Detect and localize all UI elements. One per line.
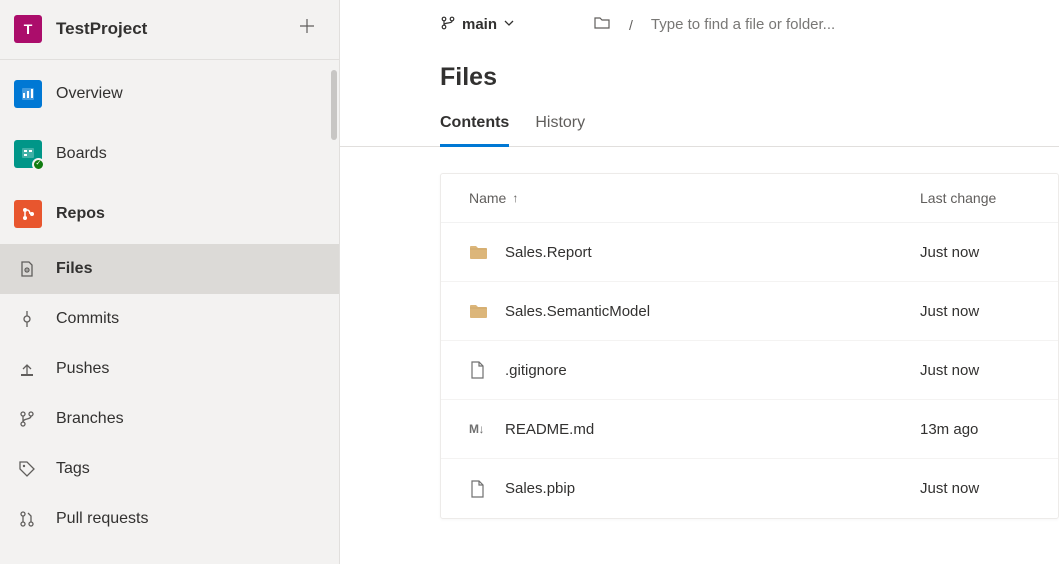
file-list: Name ↑ Last change Sales.ReportJust nowS… — [440, 173, 1059, 519]
sub-commits[interactable]: Commits — [0, 294, 339, 344]
add-icon[interactable] — [295, 14, 319, 43]
file-row[interactable]: Sales.ReportJust now — [441, 223, 1058, 282]
project-header: T TestProject — [0, 0, 339, 60]
commits-icon — [16, 308, 38, 330]
file-change: 13m ago — [920, 421, 1030, 438]
tabs: Contents History — [340, 114, 1059, 147]
sort-asc-icon: ↑ — [512, 191, 518, 205]
pull-requests-icon — [16, 508, 38, 530]
nav-overview[interactable]: Overview — [0, 64, 339, 124]
sidebar: T TestProject Overview Boards — [0, 0, 340, 564]
folder-root-icon[interactable] — [593, 14, 611, 35]
overview-icon — [14, 80, 42, 108]
sub-branches[interactable]: Branches — [0, 394, 339, 444]
file-list-header: Name ↑ Last change — [441, 174, 1058, 223]
sub-label: Files — [56, 260, 92, 278]
project-name[interactable]: TestProject — [56, 19, 295, 39]
sub-pushes[interactable]: Pushes — [0, 344, 339, 394]
file-row[interactable]: M↓ README.md13m ago — [441, 400, 1058, 459]
col-change[interactable]: Last change — [920, 190, 1030, 206]
page-title: Files — [340, 45, 1059, 114]
file-change: Just now — [920, 480, 1030, 497]
nav-boards[interactable]: Boards — [0, 124, 339, 184]
folder-icon — [469, 244, 489, 260]
folder-icon — [469, 303, 489, 319]
tab-history[interactable]: History — [535, 114, 585, 147]
file-change: Just now — [920, 244, 1030, 261]
tab-contents[interactable]: Contents — [440, 114, 509, 147]
check-badge-icon — [32, 158, 45, 171]
file-name: Sales.pbip — [505, 480, 920, 497]
sub-files[interactable]: Files — [0, 244, 339, 294]
file-name: .gitignore — [505, 362, 920, 379]
sub-pull-requests[interactable]: Pull requests — [0, 494, 339, 544]
main: main / Files Contents History Name ↑ — [340, 0, 1059, 564]
file-icon — [469, 480, 489, 498]
file-name: Sales.SemanticModel — [505, 303, 920, 320]
branch-icon — [440, 15, 456, 35]
nav-label: Repos — [56, 205, 105, 223]
project-avatar: T — [14, 15, 42, 43]
branch-picker[interactable]: main — [440, 15, 515, 35]
file-change: Just now — [920, 303, 1030, 320]
path-search-input[interactable] — [651, 16, 911, 33]
boards-icon — [14, 140, 42, 168]
sub-label: Branches — [56, 410, 124, 428]
nav-label: Overview — [56, 85, 123, 103]
file-row[interactable]: Sales.SemanticModelJust now — [441, 282, 1058, 341]
file-row[interactable]: Sales.pbipJust now — [441, 459, 1058, 518]
col-name[interactable]: Name ↑ — [469, 190, 920, 206]
breadcrumb: main / — [340, 14, 1059, 45]
nav-repos[interactable]: Repos — [0, 184, 339, 244]
sub-label: Commits — [56, 310, 119, 328]
markdown-icon: M↓ — [469, 422, 489, 436]
chevron-down-icon — [503, 16, 515, 33]
files-icon — [16, 258, 38, 280]
branch-name: main — [462, 16, 497, 33]
sub-tags[interactable]: Tags — [0, 444, 339, 494]
branches-icon — [16, 408, 38, 430]
pushes-icon — [16, 358, 38, 380]
tags-icon — [16, 458, 38, 480]
file-row[interactable]: .gitignoreJust now — [441, 341, 1058, 400]
sub-label: Tags — [56, 460, 90, 478]
file-change: Just now — [920, 362, 1030, 379]
sub-label: Pull requests — [56, 510, 149, 528]
file-name: README.md — [505, 421, 920, 438]
file-name: Sales.Report — [505, 244, 920, 261]
file-icon — [469, 361, 489, 379]
repos-icon — [14, 200, 42, 228]
nav-label: Boards — [56, 145, 107, 163]
scrollbar[interactable] — [331, 70, 337, 140]
path-separator: / — [629, 17, 633, 33]
col-name-label: Name — [469, 190, 506, 206]
sub-label: Pushes — [56, 360, 109, 378]
